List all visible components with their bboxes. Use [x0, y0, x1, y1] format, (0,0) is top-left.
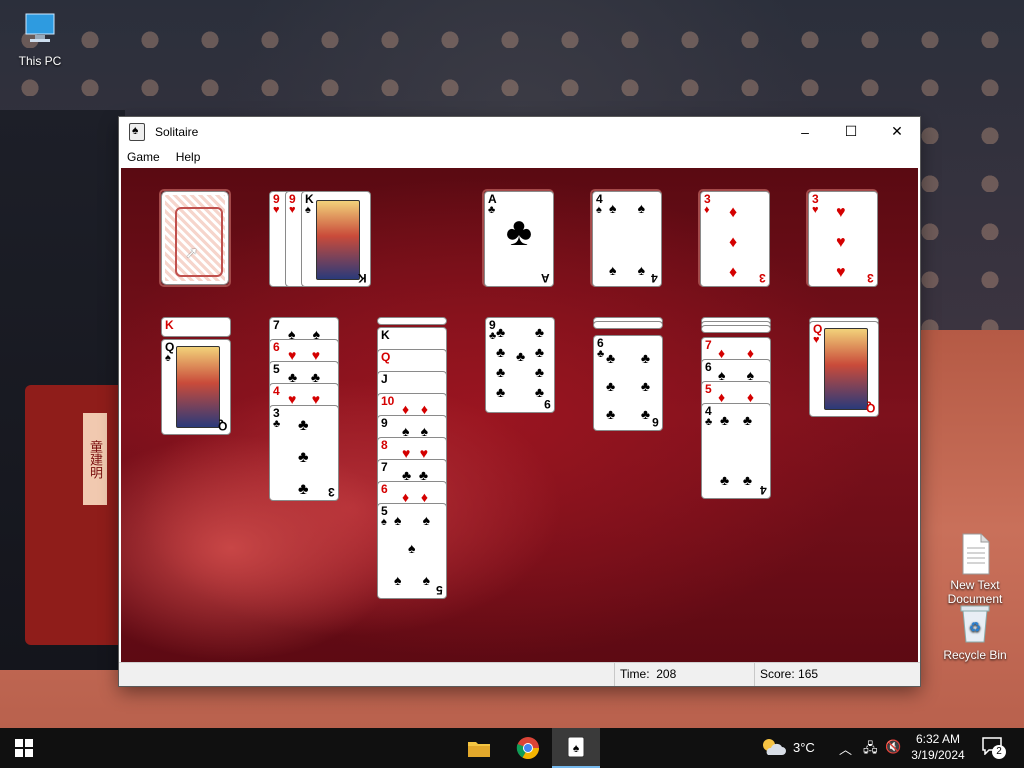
- taskbar-file-explorer[interactable]: [455, 728, 503, 768]
- notification-center-icon[interactable]: 2: [982, 737, 1008, 759]
- time-display: Time: 208: [614, 663, 750, 686]
- tableau-card-facedown: [701, 325, 771, 333]
- mouse-cursor-icon: ➚: [185, 245, 199, 262]
- title-bar[interactable]: Solitaire – ☐ ✕: [119, 117, 920, 146]
- tray-chevron-up-icon[interactable]: ︿: [839, 739, 852, 758]
- volume-muted-icon[interactable]: 🔇: [885, 739, 901, 755]
- tableau-card[interactable]: Q ♥ Q: [809, 321, 879, 417]
- desktop-icon-recycle-bin[interactable]: ♻ Recycle Bin: [937, 602, 1013, 662]
- taskbar: ♠ 3°C ︿ 🖧 🔇 6:32 AM 3/19/2024 2: [0, 728, 1024, 768]
- time-value: 208: [656, 667, 677, 681]
- taskbar-chrome[interactable]: [504, 728, 552, 768]
- maximize-button[interactable]: ☐: [828, 117, 874, 146]
- tableau-card[interactable]: 9 ♣ ♣ ♣ ♣ ♣ ♣ ♣ ♣ ♣ ♣ 9: [485, 317, 555, 413]
- clock-date: 3/19/2024: [911, 748, 965, 762]
- recycle-bin-icon: ♻: [955, 602, 995, 646]
- tableau-card[interactable]: 6 ♣ ♣ ♣ ♣ ♣ ♣ ♣ 6: [593, 335, 663, 431]
- solitaire-window: Solitaire – ☐ ✕ Game Help ➚ 9♥ 9♥ K♠ K A: [119, 117, 920, 686]
- weather-temperature[interactable]: 3°C: [793, 740, 815, 755]
- foundation-3[interactable]: 3 ♦ ♦ ♦ ♦ 3: [700, 191, 770, 287]
- card-suit: ♥: [812, 204, 819, 216]
- wallpaper-name-tag: 童建明: [83, 413, 107, 505]
- stock-pile[interactable]: [161, 191, 229, 285]
- windows-logo-icon: [15, 739, 33, 757]
- king-face-art: [316, 200, 360, 280]
- computer-icon: [20, 8, 60, 52]
- card-rank: 3: [759, 271, 766, 285]
- card-rank: 4: [651, 271, 658, 285]
- clock[interactable]: 6:32 AM 3/19/2024: [906, 731, 970, 763]
- foundation-2[interactable]: 4 ♠ ♠ ♠ ♠ ♠ 4: [592, 191, 662, 287]
- score-label: Score:: [760, 667, 795, 681]
- minimize-button[interactable]: –: [782, 117, 828, 146]
- notification-count-badge: 2: [992, 745, 1006, 759]
- menu-bar: Game Help: [119, 146, 920, 168]
- card-rank: 3: [867, 271, 874, 285]
- tableau-card[interactable]: 3 ♣ ♣ ♣ ♣ 3: [269, 405, 339, 501]
- foundation-1[interactable]: A ♣ ♣ A: [484, 191, 554, 287]
- desktop-icon-label: Recycle Bin: [943, 648, 1007, 662]
- menu-game[interactable]: Game: [119, 150, 168, 164]
- network-icon[interactable]: 🖧: [863, 739, 878, 761]
- taskbar-solitaire[interactable]: ♠: [552, 728, 600, 768]
- desktop-icon-label: This PC: [18, 54, 62, 68]
- tableau-card[interactable]: 5 ♠ ♠ ♠ ♠ ♠ ♠ 5: [377, 503, 447, 599]
- tableau-card-facedown: [593, 321, 663, 329]
- clock-time: 6:32 AM: [915, 732, 961, 746]
- tableau-card[interactable]: 4 ♣ ♣ ♣ ♣ ♣ 4: [701, 403, 771, 499]
- svg-text:♠: ♠: [573, 741, 580, 755]
- solitaire-app-icon: [129, 122, 145, 141]
- solitaire-icon: ♠: [567, 736, 585, 758]
- desktop-icon-this-pc[interactable]: This PC: [2, 8, 78, 68]
- tableau-card-facedown: [377, 317, 447, 325]
- waste-top-card[interactable]: K ♠ K: [301, 191, 371, 287]
- card-suit: ♠: [596, 204, 602, 216]
- card-center-suit: ♣: [505, 210, 533, 254]
- foundation-4[interactable]: 3 ♥ ♥ ♥ ♥ 3: [808, 191, 878, 287]
- card-rank: A: [541, 271, 550, 285]
- wallpaper-chair: 童建明: [25, 385, 125, 645]
- queen-face-art: [824, 328, 868, 410]
- text-file-icon: [955, 518, 995, 575]
- start-button[interactable]: [0, 728, 48, 768]
- card-suit: ♦: [704, 204, 710, 216]
- queen-face-art: [176, 346, 220, 428]
- card-suit: ♣: [488, 204, 496, 216]
- score-value: 165: [798, 667, 819, 681]
- chrome-icon: [516, 737, 539, 759]
- score-display: Score: 165: [754, 663, 910, 686]
- window-title: Solitaire: [155, 124, 199, 139]
- svg-text:♻: ♻: [969, 619, 982, 635]
- close-button[interactable]: ✕: [874, 117, 920, 146]
- file-explorer-icon: [468, 742, 490, 757]
- weather-icon[interactable]: [760, 737, 786, 762]
- status-bar: Time: 208 Score: 165: [119, 662, 920, 686]
- menu-help[interactable]: Help: [168, 150, 209, 164]
- card-pips: ♥ ♥ ♥: [836, 204, 846, 281]
- card-pips: ♦ ♦ ♦: [729, 204, 738, 281]
- time-label: Time:: [620, 667, 650, 681]
- tableau-card[interactable]: Q ♠ Q: [161, 339, 231, 435]
- tableau-card[interactable]: K: [161, 317, 231, 337]
- game-board[interactable]: ➚ 9 ♥ 9 ♥ K ♠ K A ♣ ♣ A 4 ♠ ♠ ♠ ♠ ♠ 4 3 …: [121, 168, 918, 663]
